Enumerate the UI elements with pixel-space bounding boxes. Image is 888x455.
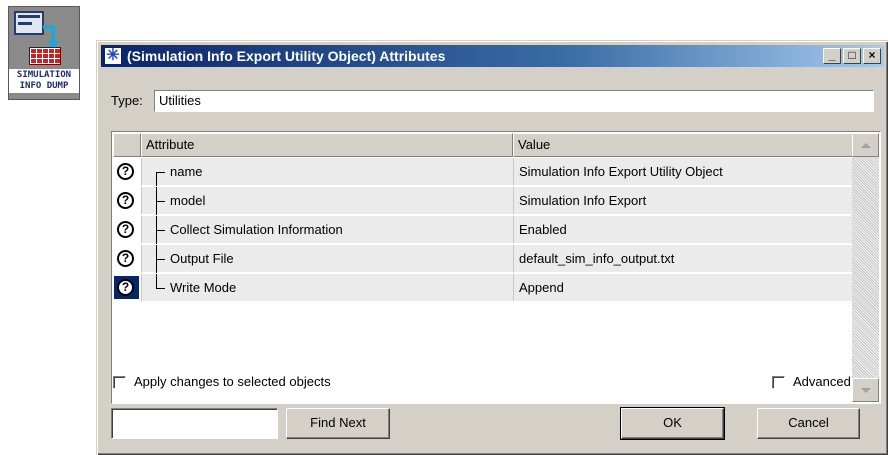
column-header-value[interactable]: Value — [513, 133, 853, 157]
attribute-value[interactable]: Enabled — [513, 216, 853, 244]
attribute-table: Attribute Value ? name Simulation Info E… — [111, 131, 881, 404]
tree-connector — [154, 274, 168, 302]
monitor-icon — [14, 11, 44, 35]
attribute-name-cell[interactable]: Output File — [141, 245, 513, 273]
object-icon-label-line2: INFO DUMP — [19, 81, 69, 91]
vertical-scrollbar[interactable] — [852, 133, 879, 402]
help-icon[interactable]: ? — [117, 192, 134, 209]
help-icon[interactable]: ? — [117, 279, 134, 296]
maximize-button[interactable]: □ — [843, 48, 861, 64]
attribute-name: Write Mode — [170, 280, 237, 295]
arrow-down-icon — [43, 25, 60, 49]
attribute-name: name — [170, 164, 203, 179]
attribute-value[interactable]: Append — [513, 274, 853, 302]
help-cell[interactable]: ? — [113, 158, 141, 186]
object-icon-label-line1: SIMULATION — [16, 70, 72, 80]
window-title: (Simulation Info Export Utility Object) … — [127, 48, 446, 64]
title-bar[interactable]: ✳ (Simulation Info Export Utility Object… — [101, 45, 884, 67]
table-row[interactable]: ? Collect Simulation Information Enabled — [113, 216, 853, 245]
attribute-value[interactable]: default_sim_info_output.txt — [513, 245, 853, 273]
help-cell[interactable]: ? — [113, 187, 141, 215]
arrow-up-icon — [861, 143, 871, 148]
apply-changes-label[interactable]: Apply changes to selected objects — [134, 374, 331, 389]
apply-changes-checkbox[interactable] — [113, 376, 126, 389]
table-header: Attribute Value — [113, 133, 853, 157]
scroll-down-button[interactable] — [852, 378, 879, 402]
help-cell[interactable]: ? — [113, 245, 141, 273]
close-button[interactable]: × — [863, 48, 881, 64]
help-icon[interactable]: ? — [117, 221, 134, 238]
tree-connector — [154, 245, 168, 273]
scroll-up-button[interactable] — [852, 133, 879, 157]
object-icon-label: SIMULATION INFO DUMP — [9, 69, 79, 93]
minimize-button[interactable]: _ — [823, 48, 841, 64]
attribute-name-cell[interactable]: Write Mode — [141, 274, 513, 302]
column-header-icon[interactable] — [113, 133, 141, 157]
cancel-button[interactable]: Cancel — [757, 408, 860, 439]
table-row[interactable]: ? Write Mode Append — [113, 274, 853, 303]
ok-button[interactable]: OK — [620, 407, 725, 440]
table-row[interactable]: ? name Simulation Info Export Utility Ob… — [113, 158, 853, 187]
find-input[interactable] — [111, 408, 278, 439]
find-next-button[interactable]: Find Next — [286, 408, 390, 439]
table-grid-icon — [29, 47, 61, 65]
type-label: Type: — [111, 93, 143, 108]
tree-connector — [154, 158, 168, 186]
tree-connector — [154, 216, 168, 244]
attribute-name-cell[interactable]: model — [141, 187, 513, 215]
advanced-checkbox[interactable] — [772, 376, 785, 389]
table-rows: ? name Simulation Info Export Utility Ob… — [113, 158, 853, 303]
tree-connector — [154, 187, 168, 215]
advanced-label[interactable]: Advanced — [793, 374, 851, 389]
attribute-name: Collect Simulation Information — [170, 222, 343, 237]
help-icon[interactable]: ? — [117, 163, 134, 180]
help-cell[interactable]: ? — [113, 216, 141, 244]
arrow-down-icon — [861, 388, 871, 393]
help-icon[interactable]: ? — [117, 250, 134, 267]
table-row[interactable]: ? Output File default_sim_info_output.tx… — [113, 245, 853, 274]
type-field[interactable]: Utilities — [154, 90, 874, 112]
help-cell[interactable]: ? — [113, 274, 141, 302]
column-header-attribute[interactable]: Attribute — [141, 133, 513, 157]
attribute-name: Output File — [170, 251, 234, 266]
attribute-value[interactable]: Simulation Info Export Utility Object — [513, 158, 853, 186]
asterisk-star-icon[interactable]: ✳ — [104, 47, 122, 65]
attributes-dialog: ✳ (Simulation Info Export Utility Object… — [96, 40, 888, 455]
attribute-name-cell[interactable]: name — [141, 158, 513, 186]
attribute-value[interactable]: Simulation Info Export — [513, 187, 853, 215]
table-row[interactable]: ? model Simulation Info Export — [113, 187, 853, 216]
attribute-name: model — [170, 193, 206, 208]
simulation-info-dump-icon[interactable]: SIMULATION INFO DUMP — [8, 6, 80, 100]
attribute-name-cell[interactable]: Collect Simulation Information — [141, 216, 513, 244]
